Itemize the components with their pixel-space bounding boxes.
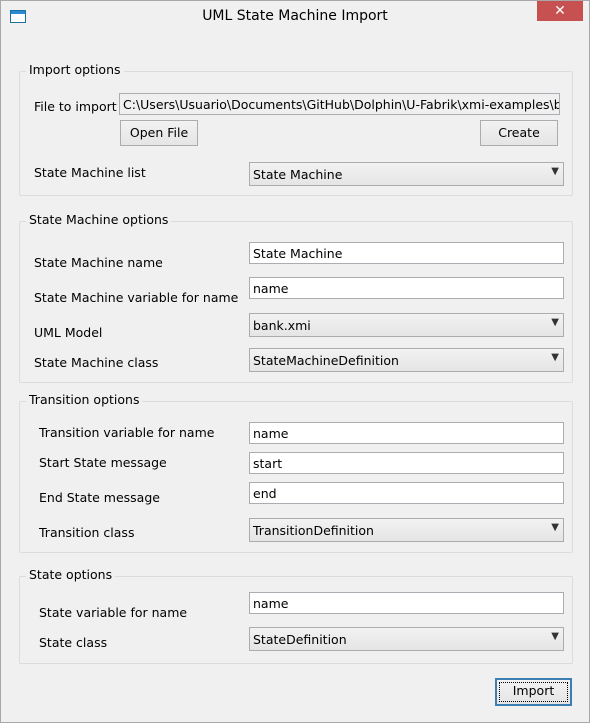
start-state-message-label: Start State message (39, 455, 167, 470)
state-variable-label: State variable for name (39, 605, 188, 620)
transition-class-select[interactable]: TransitionDefinition ▼ (249, 518, 564, 542)
start-state-message-input[interactable]: start (249, 452, 564, 474)
close-icon: ✕ (554, 3, 566, 19)
state-machine-name-input[interactable]: State Machine (249, 242, 564, 264)
state-machine-class-select[interactable]: StateMachineDefinition ▼ (249, 348, 564, 372)
transition-options-group: Transition options Transition variable f… (19, 392, 573, 553)
chevron-down-icon: ▼ (551, 317, 559, 328)
open-file-button[interactable]: Open File (120, 120, 198, 146)
uml-model-select[interactable]: bank.xmi ▼ (249, 313, 564, 337)
state-machine-options-group: State Machine options State Machine name… (19, 212, 573, 383)
state-class-select[interactable]: StateDefinition ▼ (249, 627, 564, 651)
chevron-down-icon: ▼ (551, 166, 559, 177)
state-options-legend: State options (26, 567, 116, 582)
chevron-down-icon: ▼ (551, 631, 559, 642)
transition-options-legend: Transition options (26, 392, 143, 407)
transition-variable-label: Transition variable for name (39, 425, 215, 440)
state-machine-list-select[interactable]: State Machine ▼ (249, 162, 564, 186)
transition-class-value: TransitionDefinition (253, 523, 374, 538)
state-variable-input[interactable]: name (249, 592, 564, 614)
create-button[interactable]: Create (480, 120, 558, 146)
state-class-value: StateDefinition (253, 632, 347, 647)
uml-model-label: UML Model (34, 325, 103, 340)
uml-model-value: bank.xmi (253, 318, 311, 333)
state-machine-class-label: State Machine class (34, 355, 159, 370)
end-state-message-label: End State message (39, 490, 160, 505)
file-path-field[interactable]: C:\Users\Usuario\Documents\GitHub\Dolphi… (119, 93, 560, 115)
chevron-down-icon: ▼ (551, 522, 559, 533)
chevron-down-icon: ▼ (551, 352, 559, 363)
focus-rect (499, 682, 568, 702)
end-state-message-input[interactable]: end (249, 482, 564, 504)
state-class-label: State class (39, 635, 108, 650)
transition-class-label: Transition class (39, 525, 135, 540)
state-machine-options-legend: State Machine options (26, 212, 172, 227)
state-machine-class-value: StateMachineDefinition (253, 353, 399, 368)
close-button[interactable]: ✕ (537, 1, 583, 21)
dialog-body: Import options File to import C:\Users\U… (9, 32, 581, 714)
window-title: UML State Machine Import (202, 8, 388, 24)
state-machine-variable-input[interactable]: name (249, 277, 564, 299)
state-options-group: State options State variable for name na… (19, 567, 573, 664)
import-dialog-window: UML State Machine Import ✕ Import option… (0, 0, 590, 723)
state-machine-variable-label: State Machine variable for name (34, 290, 239, 305)
import-button[interactable]: Import (495, 678, 572, 706)
import-options-legend: Import options (26, 62, 124, 77)
state-machine-name-label: State Machine name (34, 255, 163, 270)
title-bar: UML State Machine Import ✕ (1, 1, 589, 32)
transition-variable-input[interactable]: name (249, 422, 564, 444)
state-machine-list-label: State Machine list (34, 165, 146, 180)
import-options-group: Import options File to import C:\Users\U… (19, 62, 573, 196)
state-machine-list-value: State Machine (253, 167, 343, 182)
file-to-import-label: File to import (34, 99, 117, 114)
